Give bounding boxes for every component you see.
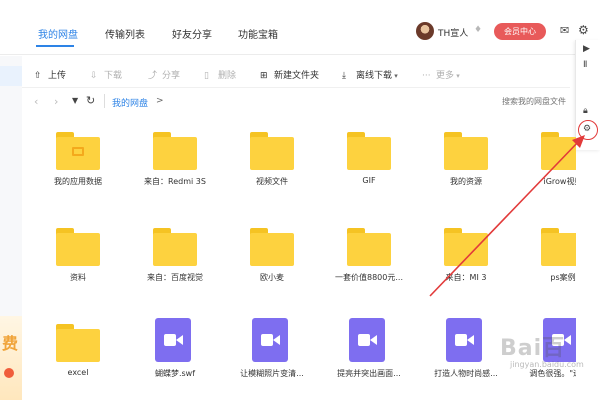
watermark-logo: Bai百 (500, 336, 566, 361)
watermark-url: jingyan.baidu.com (510, 360, 584, 369)
